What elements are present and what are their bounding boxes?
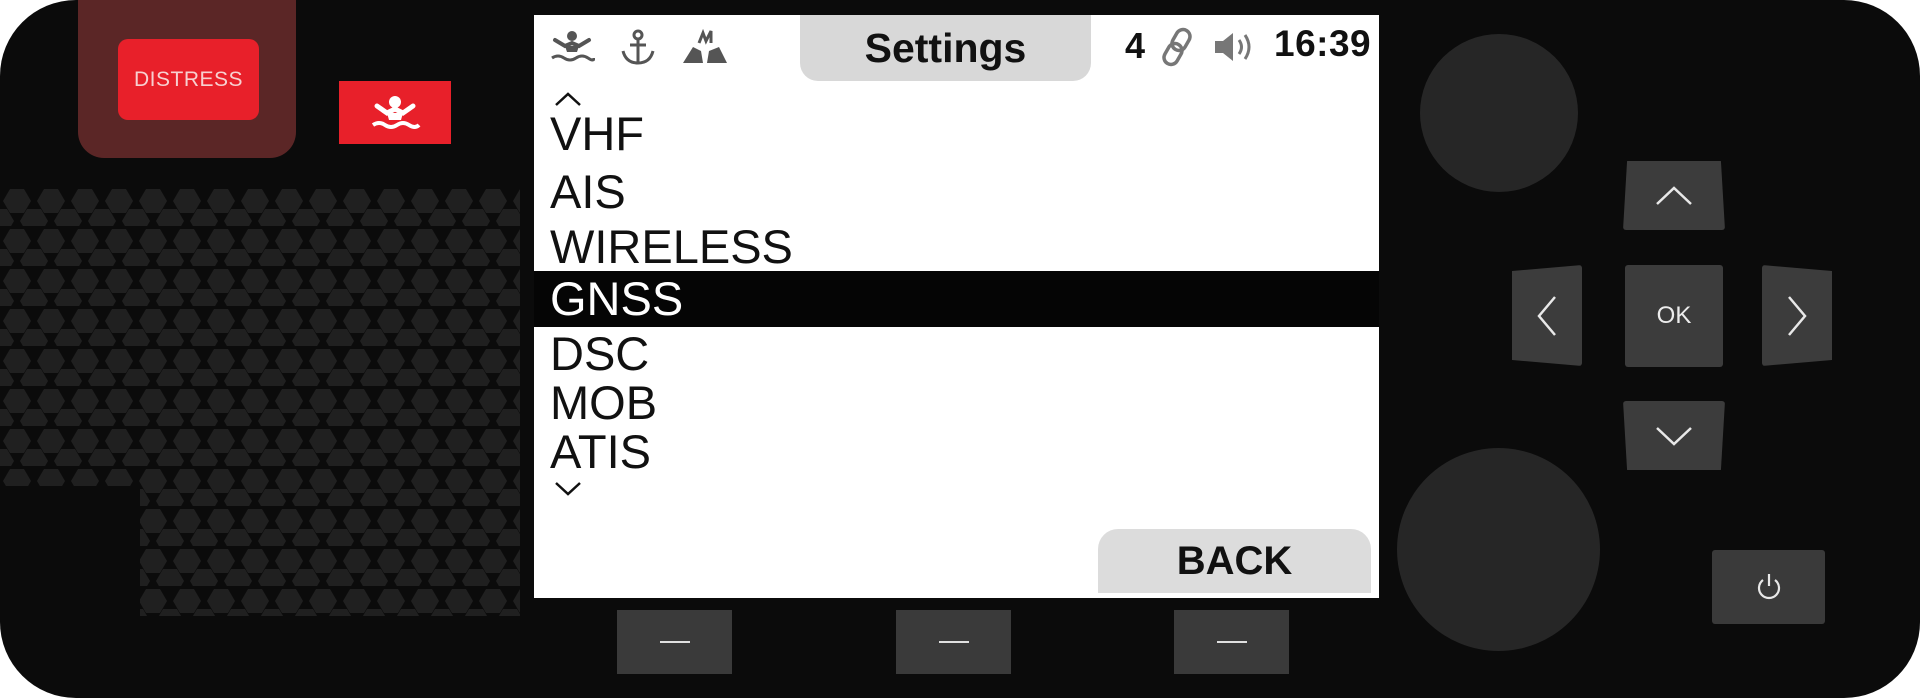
menu-item-vhf[interactable]: VHF [534, 106, 1379, 162]
radio-device: DISTRESS Settings 4 16:39 VHF AIS WIRELE… [0, 0, 1920, 698]
ok-button[interactable]: OK [1625, 265, 1723, 367]
display-screen: Settings 4 16:39 VHF AIS WIRELESS GNSS D… [534, 15, 1379, 598]
menu-item-gnss[interactable]: GNSS [534, 271, 1379, 327]
softkey-dash [659, 641, 690, 643]
softkey-2[interactable] [896, 610, 1011, 674]
mob-button[interactable] [339, 81, 451, 144]
power-button[interactable] [1712, 550, 1825, 624]
menu-item-wireless[interactable]: WIRELESS [534, 219, 1379, 275]
speaker-grille [0, 186, 530, 616]
menu-item-label: MOB [550, 376, 658, 429]
softkey-1[interactable] [617, 610, 732, 674]
right-button[interactable] [1762, 265, 1832, 366]
man-overboard-icon [551, 31, 595, 62]
chevron-up-icon [1656, 185, 1692, 205]
menu-item-label: WIRELESS [550, 220, 793, 273]
down-button[interactable] [1623, 401, 1725, 470]
clock: 16:39 [1274, 23, 1372, 64]
chevron-right-icon [1788, 295, 1807, 336]
up-button[interactable] [1623, 161, 1725, 230]
screen-title: Settings [800, 15, 1091, 81]
volume-knob[interactable] [1420, 34, 1578, 192]
softkey-dash [938, 641, 969, 643]
menu-item-label: VHF [550, 107, 644, 160]
menu-item-label: AIS [550, 165, 626, 218]
back-button[interactable]: BACK [1098, 529, 1371, 593]
link-icon [1162, 27, 1192, 67]
menu-item-label: DSC [550, 327, 650, 380]
man-overboard-icon [371, 95, 421, 129]
anchor-icon [621, 29, 655, 65]
left-button[interactable] [1512, 265, 1582, 366]
chevron-down-icon [1656, 426, 1692, 446]
softkey-3[interactable] [1174, 610, 1289, 674]
status-bar: Settings 4 16:39 [534, 15, 1379, 85]
menu-item-mob[interactable]: MOB [534, 375, 1379, 431]
scroll-down-icon [555, 482, 581, 496]
power-icon [1757, 574, 1780, 600]
chevron-left-icon [1537, 295, 1556, 336]
menu-item-ais[interactable]: AIS [534, 164, 1379, 220]
channel-count: 4 [1125, 25, 1146, 66]
menu-item-label: ATIS [550, 425, 651, 478]
channel-knob[interactable] [1397, 448, 1600, 651]
distress-button[interactable]: DISTRESS [118, 39, 259, 120]
menu-item-atis[interactable]: ATIS [534, 424, 1379, 480]
speaker-icon [1215, 33, 1251, 61]
menu-item-label: GNSS [550, 272, 684, 325]
scroll-up-icon [555, 92, 581, 106]
menu-item-dsc[interactable]: DSC [534, 326, 1379, 382]
softkey-dash [1216, 641, 1247, 643]
collision-icon [683, 29, 727, 63]
